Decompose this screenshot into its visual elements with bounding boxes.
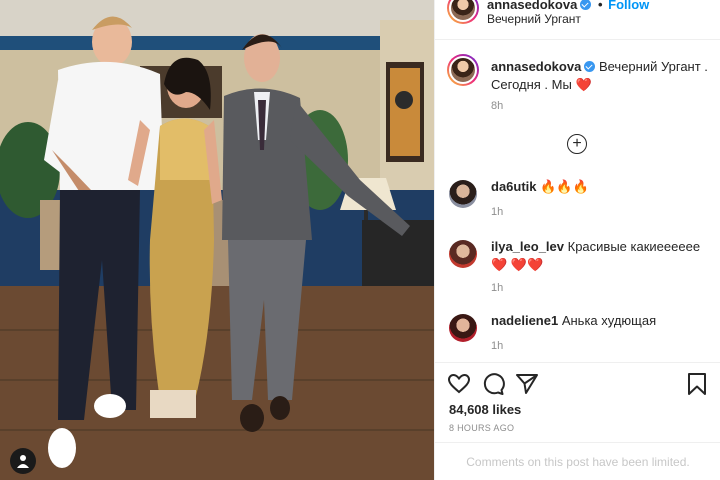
post-header: annasedokova • Follow Вечерний Ургант: [435, 0, 720, 40]
follow-button[interactable]: Follow: [608, 0, 649, 12]
verified-icon: [580, 0, 592, 10]
comment-time: 1h: [491, 340, 504, 352]
share-icon[interactable]: [515, 372, 539, 396]
post-actions: 84,608 likes 8 HOURS AGO: [435, 362, 720, 442]
comment-emoji: 🔥🔥🔥: [540, 179, 589, 194]
comment-time: 1h: [491, 282, 504, 294]
comment-body: Анька худющая: [561, 313, 657, 328]
like-icon[interactable]: [447, 372, 471, 396]
post-photo[interactable]: [0, 0, 434, 480]
comments-list: annasedokova Вечерний Ургант . Сегодня .…: [435, 40, 720, 362]
comment-username[interactable]: ilya_leo_lev: [491, 239, 564, 254]
caption-avatar[interactable]: [447, 54, 479, 86]
user-tag-icon: [17, 455, 29, 468]
comment-avatar[interactable]: [449, 180, 477, 208]
user-tag-button[interactable]: [10, 448, 36, 474]
caption: annasedokova Вечерний Ургант . Сегодня .…: [491, 58, 711, 94]
comment-username[interactable]: da6utik: [491, 179, 537, 194]
author-avatar[interactable]: [447, 0, 479, 24]
caption-emoji: ❤️: [575, 77, 592, 92]
post-location[interactable]: Вечерний Ургант: [487, 12, 581, 26]
photo-illustration: [0, 0, 434, 480]
follow-separator: •: [597, 0, 603, 12]
comment: ilya_leo_lev Красивые какиееееее ❤️ ❤️❤️: [491, 238, 713, 274]
post-timestamp[interactable]: 8 HOURS AGO: [449, 423, 514, 433]
comment-time: 1h: [491, 206, 504, 218]
author-username[interactable]: annasedokova: [487, 0, 577, 12]
save-icon[interactable]: [685, 372, 709, 396]
caption-time: 8h: [491, 100, 504, 112]
plus-circle-icon[interactable]: +: [567, 134, 587, 154]
verified-icon: [584, 61, 596, 72]
likes-count[interactable]: 84,608 likes: [449, 402, 521, 417]
comment: nadeliene1 Анька худющая: [491, 312, 713, 330]
comment-emoji: ❤️ ❤️❤️: [491, 257, 544, 272]
comment-icon[interactable]: [481, 372, 505, 396]
caption-username[interactable]: annasedokova: [491, 59, 581, 74]
comments-limited-notice: Comments on this post have been limited.: [435, 442, 720, 480]
post-sidebar: annasedokova • Follow Вечерний Ургант an…: [434, 0, 720, 480]
comment-avatar[interactable]: [449, 314, 477, 342]
comment-avatar[interactable]: [449, 240, 477, 268]
comment-username[interactable]: nadeliene1: [491, 313, 558, 328]
comment-body: Красивые какиееееее: [567, 239, 701, 254]
comment: da6utik 🔥🔥🔥: [491, 178, 713, 196]
header-username-row: annasedokova • Follow: [487, 0, 649, 12]
